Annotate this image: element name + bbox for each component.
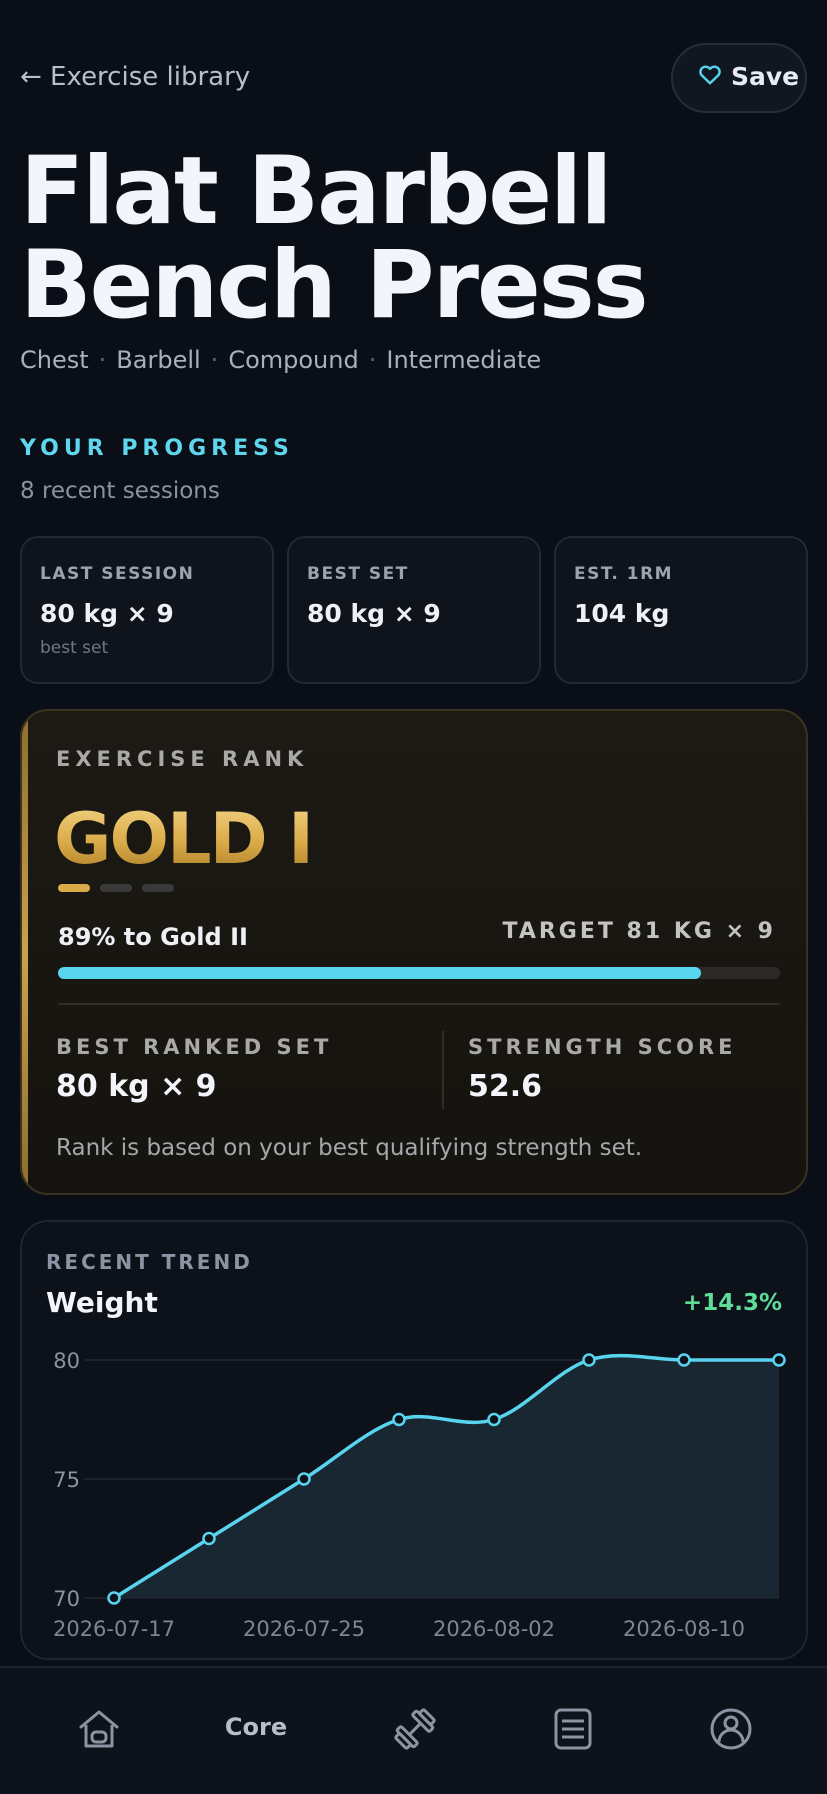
rank-progress-fill <box>58 967 701 979</box>
top-bar: ← Exercise library Save <box>20 40 807 116</box>
nav-item-profile[interactable] <box>670 1668 790 1794</box>
data-point <box>772 1353 786 1367</box>
tag-separator: · <box>98 346 107 374</box>
profile-icon <box>710 1708 752 1750</box>
gold-accent-edge <box>22 711 28 1193</box>
bottom-nav: Core <box>0 1666 827 1794</box>
x-tick-label: 2026-08-10 <box>623 1617 745 1641</box>
data-point <box>487 1412 501 1427</box>
log-icon <box>554 1708 592 1750</box>
stat-label: BEST SET <box>307 564 409 584</box>
save-label: Save <box>731 62 800 91</box>
nav-core-label: Core <box>224 1713 288 1741</box>
data-point <box>107 1591 121 1605</box>
divider <box>442 1031 444 1109</box>
trend-chart: 70 75 80 2026-07-17 2026-07-25 2026-08-02 2026… <box>53 1349 786 1641</box>
rank-note: Rank is based on your best qualifying st… <box>56 1135 643 1161</box>
x-tick-label: 2026-07-25 <box>243 1617 365 1641</box>
stat-value: 80 kg × 9 <box>307 599 441 628</box>
back-link[interactable]: ← Exercise library <box>20 62 250 92</box>
sub-tier-dot <box>142 884 174 892</box>
tag: Barbell <box>116 346 201 374</box>
data-point <box>392 1412 406 1427</box>
data-point <box>297 1472 311 1486</box>
rank-tier: GOLD I <box>54 798 314 880</box>
best-ranked-set-label: BEST RANKED SET <box>56 1035 333 1059</box>
rank-target: TARGET 81 KG × 9 <box>502 919 776 944</box>
home-icon <box>79 1710 119 1748</box>
dumbbell-icon <box>394 1708 436 1750</box>
stat-card-last-session: LAST SESSION 80 kg × 9 best set <box>20 536 274 684</box>
y-tick-label: 80 <box>53 1349 80 1373</box>
rank-progress-bar <box>58 967 780 979</box>
sub-tier-dot <box>100 884 132 892</box>
rank-progress-text: 89% to Gold II <box>58 923 248 951</box>
nav-item-home[interactable] <box>38 1668 158 1794</box>
nav-item-core[interactable]: Core <box>196 1668 316 1794</box>
tag-separator: · <box>368 346 377 374</box>
tag: Compound <box>228 346 359 374</box>
x-tick-label: 2026-07-17 <box>53 1617 175 1641</box>
stat-label: LAST SESSION <box>40 564 195 584</box>
stat-card-best-set: BEST SET 80 kg × 9 <box>287 536 541 684</box>
heart-icon <box>699 65 721 85</box>
x-tick-label: 2026-08-02 <box>433 1617 555 1641</box>
exercise-tags: Chest · Barbell · Compound · Intermediate <box>20 346 541 374</box>
sub-tier-dot <box>58 884 90 892</box>
exercise-rank-card: EXERCISE RANK GOLD I 89% to Gold II TARG… <box>20 709 808 1195</box>
data-point <box>677 1353 691 1367</box>
data-point <box>582 1353 596 1367</box>
stat-note: best set <box>40 638 109 658</box>
tag: Chest <box>20 346 89 374</box>
tag: Intermediate <box>386 346 542 374</box>
best-ranked-set-value: 80 kg × 9 <box>56 1069 217 1104</box>
recent-trend-card: RECENT TREND Weight +14.3% 70 75 80 2026-07… <box>20 1220 808 1660</box>
tag-separator: · <box>210 346 219 374</box>
page-title: Flat Barbell Bench Press <box>20 137 649 340</box>
stat-value: 80 kg × 9 <box>40 599 174 628</box>
divider <box>58 1003 780 1005</box>
strength-score-value: 52.6 <box>468 1069 543 1104</box>
save-button[interactable]: Save <box>671 43 807 113</box>
stat-card-est-1rm: EST. 1RM 104 kg <box>554 536 808 684</box>
progress-heading: YOUR PROGRESS <box>20 436 294 461</box>
stat-value: 104 kg <box>574 599 670 628</box>
strength-score-label: STRENGTH SCORE <box>468 1035 737 1059</box>
trend-area <box>114 1355 779 1598</box>
y-tick-label: 75 <box>53 1468 80 1492</box>
y-tick-label: 70 <box>53 1587 80 1611</box>
rank-heading: EXERCISE RANK <box>56 747 309 771</box>
stat-label: EST. 1RM <box>574 564 674 584</box>
progress-subtitle: 8 recent sessions <box>20 478 220 504</box>
data-point <box>202 1531 216 1546</box>
nav-item-workouts[interactable] <box>354 1668 474 1794</box>
nav-item-log[interactable] <box>512 1668 632 1794</box>
